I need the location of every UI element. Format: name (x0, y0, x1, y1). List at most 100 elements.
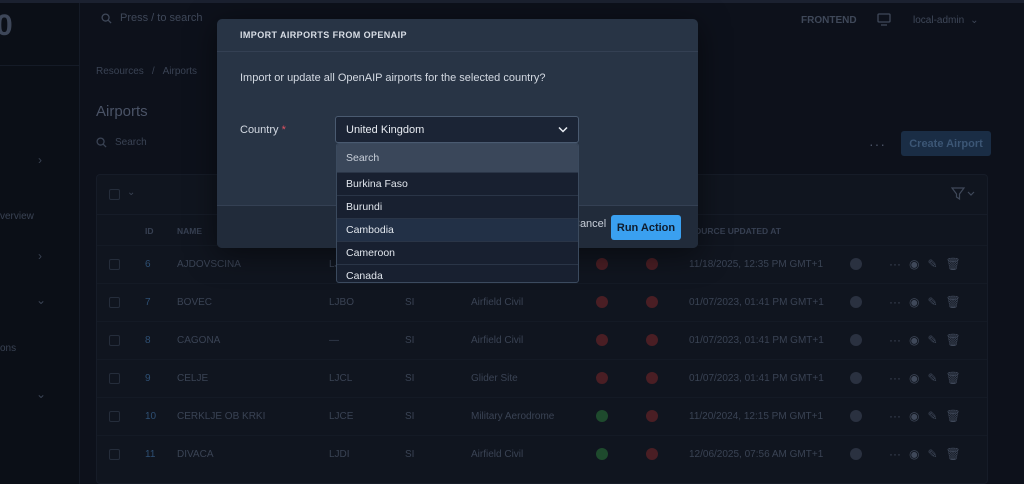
view-icon[interactable]: ◉ (909, 295, 919, 309)
table-row[interactable]: 11 DIVACA LJDI SI Airfield Civil 12/06/2… (97, 435, 987, 473)
required-marker: * (281, 124, 286, 136)
cell-icao: LJBO (329, 297, 355, 308)
country-label-text: Country (240, 124, 279, 136)
row-checkbox[interactable] (109, 411, 120, 422)
row-actions: ··· ◉ ✎ 🗑 (889, 257, 961, 271)
column-header-name[interactable]: NAME (177, 226, 202, 236)
cell-country: SI (405, 297, 415, 308)
run-action-button[interactable]: Run Action (611, 215, 681, 240)
edit-icon[interactable]: ✎ (927, 409, 937, 423)
sidebar-divider (0, 65, 80, 66)
view-icon[interactable]: ◉ (909, 447, 919, 461)
more-icon[interactable]: ··· (889, 409, 901, 423)
column-header-updated[interactable]: SOURCE UPDATED AT (689, 226, 781, 236)
monitor-icon[interactable] (877, 13, 891, 26)
frontend-link[interactable]: FRONTEND (801, 15, 857, 26)
dropdown-option[interactable]: Burundi (337, 195, 578, 218)
view-icon[interactable]: ◉ (909, 409, 919, 423)
info-icon[interactable] (850, 372, 862, 384)
chevron-down-icon[interactable]: ⌄ (36, 293, 46, 307)
search-icon (101, 12, 112, 24)
more-icon[interactable]: ··· (889, 295, 901, 309)
chevron-right-icon[interactable]: › (38, 249, 42, 263)
country-select[interactable]: United Kingdom (335, 116, 579, 143)
trash-icon[interactable]: 🗑 (946, 257, 961, 271)
info-icon[interactable] (850, 410, 862, 422)
edit-icon[interactable]: ✎ (927, 295, 937, 309)
more-icon[interactable]: ··· (889, 447, 901, 461)
row-checkbox[interactable] (109, 373, 120, 384)
filter-icon[interactable] (950, 187, 975, 204)
view-icon[interactable]: ◉ (909, 371, 919, 385)
chevron-down-icon[interactable]: ⌄ (36, 387, 46, 401)
cell-updated: 11/20/2024, 12:15 PM GMT+1 (689, 411, 824, 422)
more-actions-icon[interactable]: ··· (869, 136, 886, 152)
table-row[interactable]: 10 CERKLJE OB KRKI LJCE SI Military Aero… (97, 397, 987, 435)
breadcrumb-separator: / (151, 66, 155, 77)
more-icon[interactable]: ··· (889, 257, 901, 271)
country-select-value: United Kingdom (346, 123, 425, 136)
more-icon[interactable]: ··· (889, 371, 901, 385)
global-search[interactable]: Press / to search (101, 12, 203, 24)
cell-id[interactable]: 8 (145, 335, 151, 346)
cell-name: BOVEC (177, 297, 213, 308)
cell-type: Airfield Civil (471, 335, 524, 346)
dropdown-option-highlighted[interactable]: Cambodia (337, 218, 578, 241)
row-checkbox[interactable] (109, 449, 120, 460)
search-icon (96, 136, 107, 148)
view-icon[interactable]: ◉ (909, 257, 919, 271)
chevron-right-icon[interactable]: › (38, 153, 42, 167)
edit-icon[interactable]: ✎ (927, 371, 937, 385)
cell-id[interactable]: 9 (145, 373, 151, 384)
trash-icon[interactable]: 🗑 (946, 295, 961, 309)
table-search[interactable]: Search (96, 131, 216, 153)
table-row[interactable]: 9 CELJE LJCL SI Glider Site 01/07/2023, … (97, 359, 987, 397)
trash-icon[interactable]: 🗑 (946, 447, 961, 461)
dropdown-option[interactable]: Canada (337, 264, 578, 282)
cell-updated: 11/18/2025, 12:35 PM GMT+1 (689, 259, 824, 270)
row-checkbox[interactable] (109, 259, 120, 270)
page-title: Airports (96, 103, 148, 120)
create-airport-button[interactable]: Create Airport (901, 131, 991, 156)
status-cross-icon (596, 296, 608, 308)
cell-icao: — (329, 335, 339, 346)
sidebar-item-label[interactable]: ons (0, 343, 16, 354)
cell-icao: LJDI (329, 449, 350, 460)
more-icon[interactable]: ··· (889, 333, 901, 347)
edit-icon[interactable]: ✎ (927, 257, 937, 271)
user-menu[interactable]: local-admin ⌄ (913, 15, 979, 26)
breadcrumb-item[interactable]: Airports (163, 66, 197, 77)
column-header-id[interactable]: ID (145, 226, 154, 236)
status-cross-icon (596, 372, 608, 384)
dropdown-option[interactable]: Burkina Faso (337, 172, 578, 195)
cell-id[interactable]: 7 (145, 297, 151, 308)
chevron-down-icon[interactable]: ⌄ (127, 187, 135, 198)
table-row[interactable]: 7 BOVEC LJBO SI Airfield Civil 01/07/202… (97, 283, 987, 321)
trash-icon[interactable]: 🗑 (946, 333, 961, 347)
edit-icon[interactable]: ✎ (927, 447, 937, 461)
sidebar-item-label[interactable]: verview (0, 211, 34, 222)
cell-id[interactable]: 6 (145, 259, 151, 270)
info-icon[interactable] (850, 258, 862, 270)
cell-id[interactable]: 10 (145, 411, 156, 422)
trash-icon[interactable]: 🗑 (946, 409, 961, 423)
status-cross-icon (596, 334, 608, 346)
cell-id[interactable]: 11 (145, 449, 155, 460)
edit-icon[interactable]: ✎ (927, 333, 937, 347)
row-checkbox[interactable] (109, 335, 120, 346)
breadcrumb-item[interactable]: Resources (96, 66, 144, 77)
row-checkbox[interactable] (109, 297, 120, 308)
row-actions: ··· ◉ ✎ 🗑 (889, 371, 961, 385)
info-icon[interactable] (850, 448, 862, 460)
view-icon[interactable]: ◉ (909, 333, 919, 347)
dropdown-search-input[interactable]: Search (337, 144, 578, 172)
table-row[interactable]: 8 CAGONA — SI Airfield Civil 01/07/2023,… (97, 321, 987, 359)
info-icon[interactable] (850, 296, 862, 308)
info-icon[interactable] (850, 334, 862, 346)
app-logo[interactable]: 0 (0, 9, 13, 43)
dropdown-option[interactable]: Cameroon (337, 241, 578, 264)
country-field-label: Country * (240, 124, 286, 136)
select-all-checkbox[interactable] (109, 189, 120, 200)
chevron-down-icon (558, 126, 568, 133)
trash-icon[interactable]: 🗑 (946, 371, 961, 385)
